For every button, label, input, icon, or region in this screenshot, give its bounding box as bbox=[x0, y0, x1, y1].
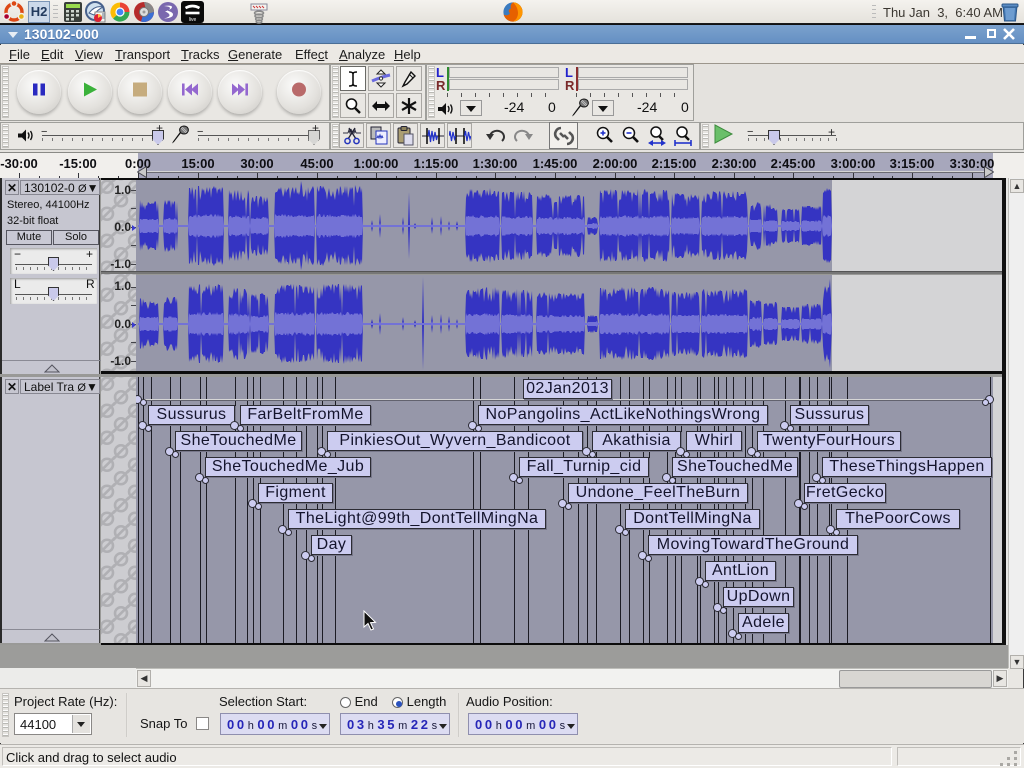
svg-text:live: live bbox=[189, 17, 197, 23]
